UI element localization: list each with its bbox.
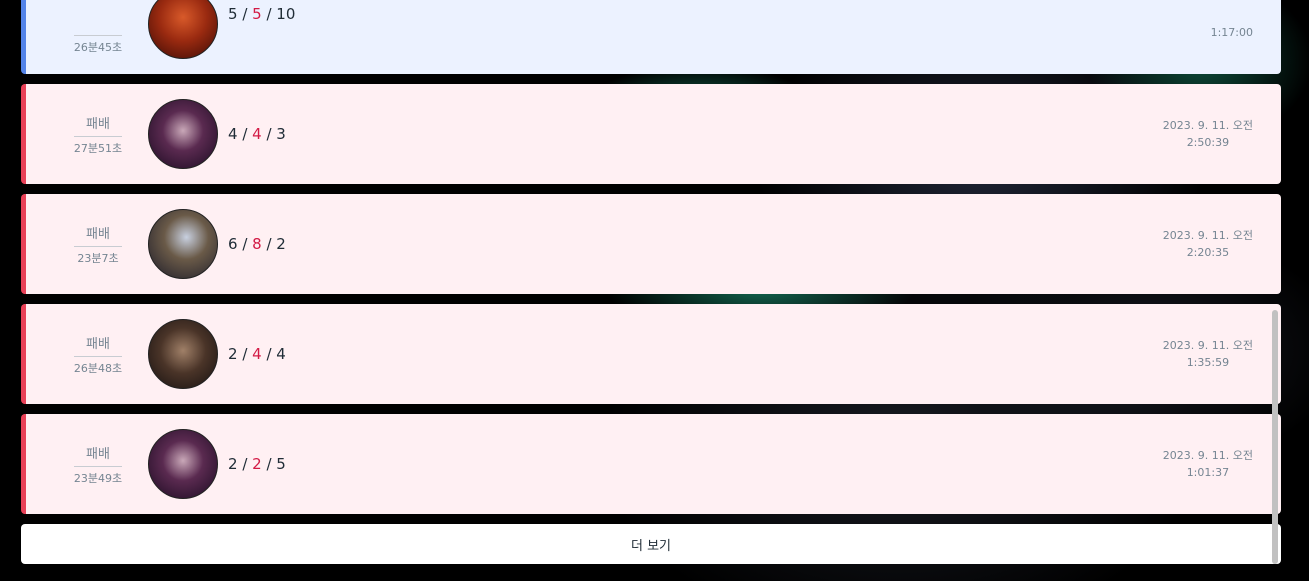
match-date: 2023. 9. 11. 오전 <box>1162 119 1253 132</box>
match-result: 패배 <box>74 223 122 247</box>
match-time: 2023. 9. 11. 오전 2:50:39 <box>1163 117 1253 151</box>
match-time: 2023. 9. 11. 오전 2:20:35 <box>1163 227 1253 261</box>
assists: 5 <box>276 455 286 473</box>
match-result <box>74 18 122 36</box>
load-more-button[interactable]: 더 보기 <box>21 524 1281 564</box>
deaths: 4 <box>252 345 262 363</box>
match-time: 2023. 9. 11. 오전 1:35:59 <box>1163 337 1253 371</box>
champion-avatar <box>148 319 218 389</box>
match-meta: 패배 26분48초 <box>58 333 138 376</box>
match-time: 2023. 9. 11. 오전 1:01:37 <box>1163 447 1253 481</box>
match-row[interactable]: 패배 26분48초 2 / 4 / 4 2023. 9. 11. 오전 1:35… <box>21 304 1281 404</box>
match-clock: 1:35:59 <box>1186 356 1230 369</box>
champion-avatar <box>148 0 218 59</box>
deaths: 2 <box>252 455 262 473</box>
kills: 4 <box>228 125 238 143</box>
scrollbar-thumb[interactable] <box>1272 310 1278 564</box>
match-clock: 2:50:39 <box>1186 136 1230 149</box>
kda: 6 / 8 / 2 <box>228 235 286 253</box>
match-meta: 26분45초 <box>58 18 138 55</box>
kda: 4 / 4 / 3 <box>228 125 286 143</box>
match-result: 패배 <box>74 443 122 467</box>
match-row[interactable]: 26분45초 5 / 5 / 10 1:17:00 <box>21 0 1281 74</box>
match-duration: 27분51초 <box>73 141 123 155</box>
match-date: 2023. 9. 11. 오전 <box>1162 229 1253 242</box>
deaths: 5 <box>252 5 262 23</box>
kda: 2 / 4 / 4 <box>228 345 286 363</box>
match-meta: 패배 23분49초 <box>58 443 138 486</box>
match-duration: 26분48초 <box>73 361 123 375</box>
assists: 4 <box>276 345 286 363</box>
match-result: 패배 <box>74 113 122 137</box>
match-meta: 패배 23분7초 <box>58 223 138 266</box>
kills: 5 <box>228 5 238 23</box>
assists: 10 <box>276 5 296 23</box>
match-meta: 패배 27분51초 <box>58 113 138 156</box>
kills: 6 <box>228 235 238 253</box>
match-duration: 26분45초 <box>73 40 123 54</box>
match-clock: 1:01:37 <box>1186 466 1230 479</box>
match-row[interactable]: 패배 23분49초 2 / 2 / 5 2023. 9. 11. 오전 1:01… <box>21 414 1281 514</box>
assists: 3 <box>276 125 286 143</box>
match-result: 패배 <box>74 333 122 357</box>
match-clock: 1:17:00 <box>1210 26 1253 39</box>
champion-avatar <box>148 429 218 499</box>
deaths: 8 <box>252 235 262 253</box>
kda: 5 / 5 / 10 <box>228 5 296 23</box>
match-row[interactable]: 패배 27분51초 4 / 4 / 3 2023. 9. 11. 오전 2:50… <box>21 84 1281 184</box>
champion-avatar <box>148 99 218 169</box>
match-duration: 23분49초 <box>73 471 123 485</box>
match-row[interactable]: 패배 23분7초 6 / 8 / 2 2023. 9. 11. 오전 2:20:… <box>21 194 1281 294</box>
deaths: 4 <box>252 125 262 143</box>
match-date: 2023. 9. 11. 오전 <box>1162 339 1253 352</box>
champion-avatar <box>148 209 218 279</box>
match-clock: 2:20:35 <box>1186 246 1230 259</box>
kda: 2 / 2 / 5 <box>228 455 286 473</box>
match-time: 1:17:00 <box>1211 24 1253 41</box>
assists: 2 <box>276 235 286 253</box>
match-date: 2023. 9. 11. 오전 <box>1162 449 1253 462</box>
match-duration: 23분7초 <box>77 251 119 265</box>
kills: 2 <box>228 455 238 473</box>
kills: 2 <box>228 345 238 363</box>
